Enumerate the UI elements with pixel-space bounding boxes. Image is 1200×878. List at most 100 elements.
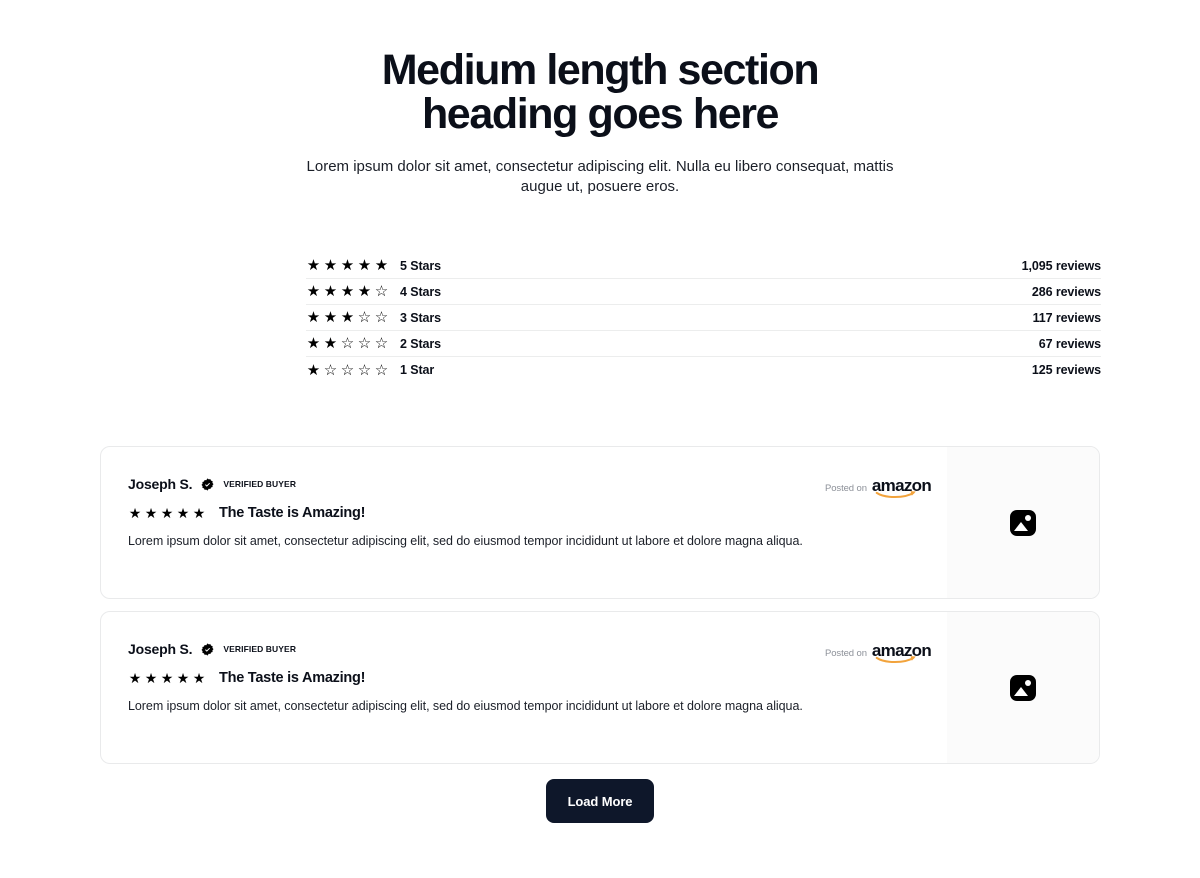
star-rating: ★ ★ ★ ★ ★ [128,506,206,520]
star-empty-icon: ☆ [340,335,355,352]
posted-on-label: Posted on [825,648,867,659]
star-filled-icon: ★ [128,669,142,686]
star-filled-icon: ★ [306,335,321,352]
verified-buyer-label: VERIFIED BUYER [223,479,297,489]
star-filled-icon: ★ [176,669,190,686]
rating-row-label: 3 Stars [400,310,441,325]
image-placeholder-mountain [1014,686,1028,696]
review-media-panel[interactable] [947,612,1099,763]
star-empty-icon: ☆ [357,361,372,379]
review-headline-row: ★ ★ ★ ★ ★ The Taste is Amazing! [128,504,939,521]
star-filled-icon: ★ [374,257,389,274]
rating-row[interactable]: ★ ★ ★ ☆ ☆ 3 Stars 117 reviews [306,305,1101,331]
star-filled-icon: ★ [323,257,338,274]
rating-row-left: ★ ★ ★ ☆ ☆ 3 Stars [306,310,441,325]
star-empty-icon: ☆ [374,361,389,379]
star-empty-icon: ☆ [374,283,389,300]
rating-row-label: 4 Stars [400,284,441,299]
rating-row-label: 1 Star [400,363,435,377]
review-text: Lorem ipsum dolor sit amet, consectetur … [128,699,803,713]
star-empty-icon: ☆ [340,361,355,379]
rating-row[interactable]: ★ ☆ ☆ ☆ ☆ 1 Star 125 reviews [306,357,1101,383]
review-author-row: Joseph S. VERIFIED BUYER [128,641,939,657]
star-filled-icon: ★ [340,309,355,326]
reviews-list: Joseph S. VERIFIED BUYER ★ ★ ★ ★ ★ The Taste is… [100,446,1100,764]
star-filled-icon: ★ [306,361,321,379]
star-filled-icon: ★ [144,504,158,521]
amazon-logo-icon: amazon [872,477,932,499]
review-content: Joseph S. VERIFIED BUYER ★ ★ ★ ★ ★ The Taste is… [128,641,939,715]
star-rating: ★ ★ ★ ★ ☆ [306,284,389,299]
star-empty-icon: ☆ [357,309,372,326]
verified-buyer-label: VERIFIED BUYER [223,644,297,654]
star-rating: ★ ★ ☆ ☆ ☆ [306,336,389,351]
review-media-panel[interactable] [947,447,1099,598]
image-placeholder-sun [1025,514,1031,521]
ratings-breakdown: ★ ★ ★ ★ ★ 5 Stars 1,095 reviews ★ ★ ★ ★ ☆ 4 Stars 286… [306,253,1101,383]
review-card: Joseph S. VERIFIED BUYER ★ ★ ★ ★ ★ The Taste is… [100,446,1100,599]
load-more-container: Load More [0,779,1200,823]
rating-row-count: 286 reviews [1031,284,1101,299]
star-empty-icon: ☆ [374,309,389,326]
amazon-logo-icon: amazon [872,642,932,664]
page-title-line-1: Medium length section [381,46,820,94]
star-filled-icon: ★ [340,283,355,300]
star-filled-icon: ★ [323,335,338,352]
star-rating: ★ ☆ ☆ ☆ ☆ [306,363,389,378]
star-filled-icon: ★ [323,283,338,300]
review-text: Lorem ipsum dolor sit amet, consectetur … [128,534,803,548]
review-title: The Taste is Amazing! [219,669,366,686]
review-source: Posted on amazon [825,477,932,499]
verified-badge-icon [201,477,214,491]
star-filled-icon: ★ [340,257,355,274]
rating-row-count: 1,095 reviews [1021,258,1101,273]
reviews-page: Medium length section heading goes here … [0,0,1200,878]
rating-row-label: 2 Stars [400,336,441,351]
star-filled-icon: ★ [128,504,142,521]
verified-badge-icon [201,642,214,656]
star-rating: ★ ★ ★ ☆ ☆ [306,310,389,325]
page-subtitle: Lorem ipsum dolor sit amet, consectetur … [306,158,894,195]
review-card: Joseph S. VERIFIED BUYER ★ ★ ★ ★ ★ The Taste is… [100,611,1100,764]
star-empty-icon: ☆ [357,335,372,352]
star-filled-icon: ★ [357,283,372,300]
star-filled-icon: ★ [306,283,321,300]
rating-row-left: ★ ☆ ☆ ☆ ☆ 1 Star [306,363,434,378]
image-placeholder-icon[interactable] [1010,674,1036,701]
rating-row-count: 117 reviews [1032,310,1102,325]
rating-row-count: 125 reviews [1031,363,1101,377]
review-source: Posted on amazon [825,642,932,664]
rating-row[interactable]: ★ ★ ★ ★ ☆ 4 Stars 286 reviews [306,279,1101,305]
star-filled-icon: ★ [160,669,174,686]
posted-on-label: Posted on [825,483,867,494]
star-empty-icon: ☆ [323,361,338,379]
star-filled-icon: ★ [323,309,338,326]
image-placeholder-mountain [1014,521,1028,531]
image-placeholder-sun [1025,679,1031,686]
star-filled-icon: ★ [306,257,321,274]
page-header: Medium length section heading goes here … [0,48,1200,197]
rating-row[interactable]: ★ ★ ★ ★ ★ 5 Stars 1,095 reviews [306,253,1101,279]
image-placeholder-icon[interactable] [1010,509,1036,536]
star-filled-icon: ★ [192,669,206,686]
review-content: Joseph S. VERIFIED BUYER ★ ★ ★ ★ ★ The Taste is… [128,476,939,550]
review-headline-row: ★ ★ ★ ★ ★ The Taste is Amazing! [128,669,939,686]
rating-row-left: ★ ★ ☆ ☆ ☆ 2 Stars [306,336,441,351]
star-filled-icon: ★ [160,504,174,521]
star-filled-icon: ★ [176,504,190,521]
rating-row-left: ★ ★ ★ ★ ☆ 4 Stars [306,284,441,299]
star-rating: ★ ★ ★ ★ ★ [128,671,206,685]
rating-row-label: 5 Stars [400,258,441,273]
page-title-line-2: heading goes here [421,90,780,138]
star-empty-icon: ☆ [374,335,389,352]
review-author-row: Joseph S. VERIFIED BUYER [128,476,939,492]
reviewer-name: Joseph S. [128,476,193,492]
reviewer-name: Joseph S. [128,641,193,657]
star-filled-icon: ★ [306,309,321,326]
page-title: Medium length section heading goes here [0,48,1200,136]
star-rating: ★ ★ ★ ★ ★ [306,258,389,273]
rating-row[interactable]: ★ ★ ☆ ☆ ☆ 2 Stars 67 reviews [306,331,1101,357]
load-more-button[interactable]: Load More [546,779,654,823]
star-filled-icon: ★ [144,669,158,686]
rating-row-count: 67 reviews [1038,336,1101,351]
